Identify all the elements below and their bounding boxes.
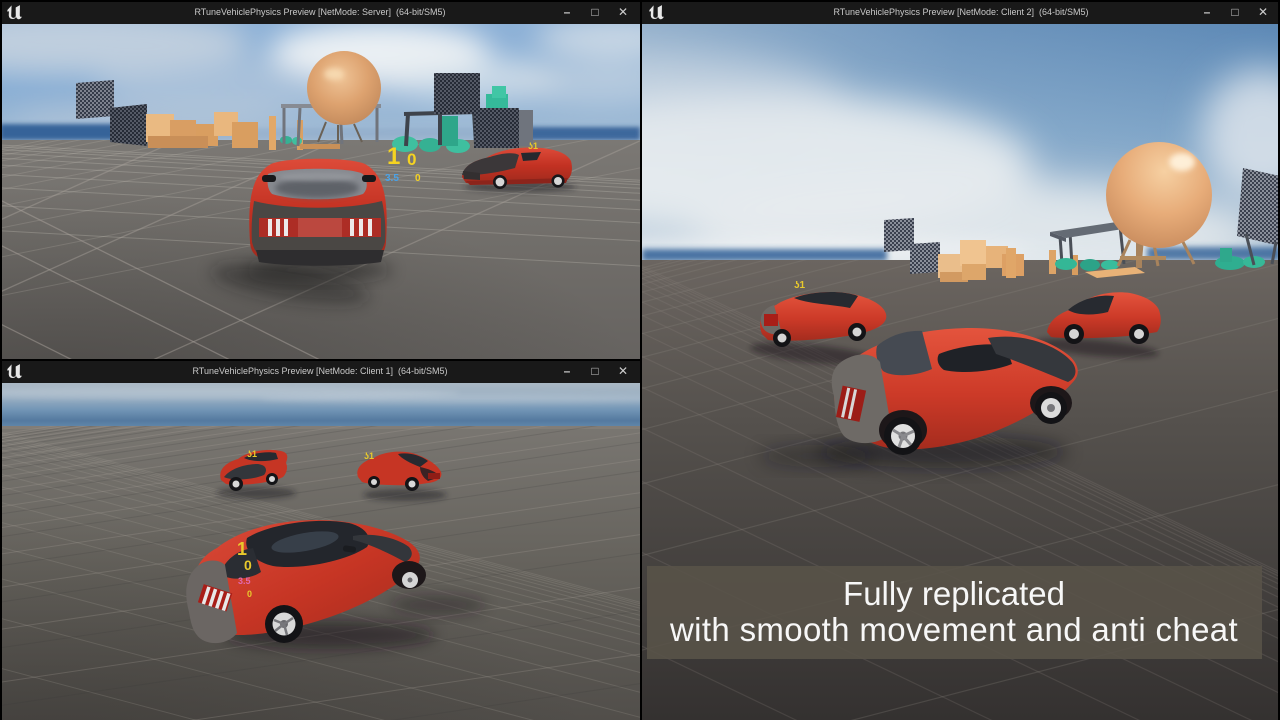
svg-text:1: 1 <box>237 539 247 559</box>
svg-text:with smooth movement and anti: with smooth movement and anti cheat <box>669 611 1238 648</box>
svg-text:Fully replicated: Fully replicated <box>843 575 1065 612</box>
svg-text:0: 0 <box>415 173 421 184</box>
svg-text:ʖ1: ʖ1 <box>247 449 257 459</box>
svg-text:0: 0 <box>244 557 252 573</box>
svg-text:ʖ1: ʖ1 <box>364 451 374 461</box>
svg-text:ʖ1: ʖ1 <box>528 141 538 151</box>
svg-text:3.5: 3.5 <box>385 173 399 184</box>
svg-text:3.5: 3.5 <box>238 576 251 586</box>
svg-text:0: 0 <box>407 150 416 169</box>
svg-text:1: 1 <box>387 143 400 170</box>
svg-text:0: 0 <box>247 589 252 599</box>
svg-text:ʖ1: ʖ1 <box>794 280 806 291</box>
